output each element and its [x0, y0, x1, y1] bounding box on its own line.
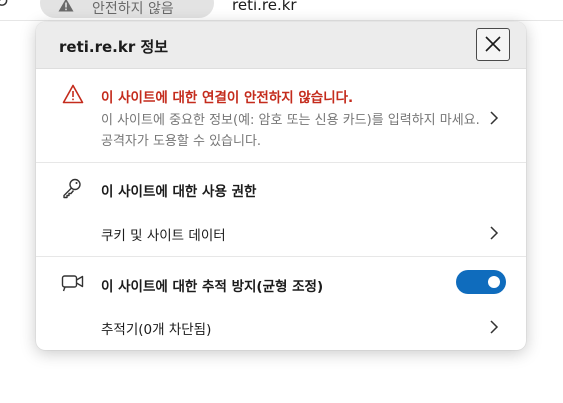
- browser-toolbar: ↻ 안전하지 않음 reti.re.kr: [0, 0, 563, 20]
- chevron-right-icon: [490, 226, 499, 240]
- tracking-prevention-title: 이 사이트에 대한 추적 방지(균형 조정): [101, 279, 324, 295]
- security-chip[interactable]: 안전하지 않음: [40, 0, 214, 18]
- cookies-label: 쿠키 및 사이트 데이터: [101, 228, 226, 244]
- address-bar-url[interactable]: reti.re.kr: [232, 0, 297, 14]
- flyout-title: reti.re.kr 정보: [59, 38, 169, 56]
- permissions-title: 이 사이트에 대한 사용 권한: [101, 184, 257, 200]
- warning-icon: [62, 84, 84, 104]
- key-icon: [63, 178, 81, 199]
- tracking-prevention-toggle[interactable]: [456, 270, 506, 294]
- security-chip-label: 안전하지 않음: [92, 1, 174, 17]
- chevron-right-icon: [490, 111, 499, 125]
- close-icon: [485, 36, 501, 52]
- warning-icon: [58, 0, 74, 12]
- chevron-right-icon: [490, 320, 499, 334]
- camera-tracking-icon: [61, 275, 84, 292]
- section-divider: [36, 162, 526, 163]
- close-button[interactable]: [476, 28, 510, 61]
- connection-warning-title: 이 사이트에 대한 연결이 안전하지 않습니다.: [101, 90, 354, 106]
- flyout-header: reti.re.kr 정보: [36, 22, 526, 69]
- toggle-knob: [488, 276, 500, 288]
- trackers-label: 추적기(0개 차단됨): [101, 322, 212, 338]
- site-info-flyout: reti.re.kr 정보 이 사이트에 대한 연결이 안전하지 않습니다. 이…: [36, 22, 526, 350]
- connection-warning-description: 이 사이트에 중요한 정보(예: 암호 또는 신용 카드)를 입력하지 마세요.…: [101, 113, 480, 149]
- section-divider: [36, 256, 526, 257]
- reload-icon[interactable]: ↻: [0, 0, 9, 12]
